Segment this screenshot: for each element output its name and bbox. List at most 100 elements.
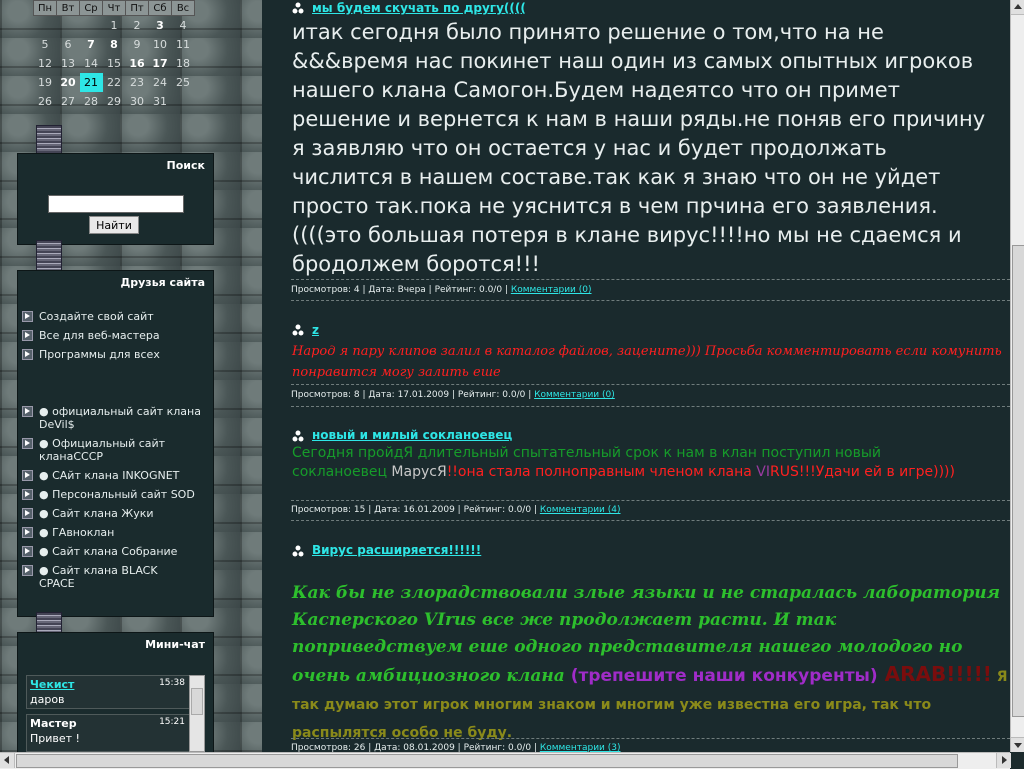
chat-message: Мастер 15:21 Привет ! <box>26 714 190 752</box>
post-body: Народ я пару клипов залил в каталог файл… <box>292 344 1002 380</box>
calendar-day[interactable]: 26 <box>34 92 57 111</box>
calendar-day[interactable]: 25 <box>172 73 195 92</box>
calendar-day <box>80 16 103 36</box>
calendar-table: Пн Вт Ср Чт Пт Сб Вс 1 2 3 4 5 6 7 8 9 10 11 12 13 14 15 16 17… <box>33 0 195 111</box>
post-meta: Просмотров: 8 | Дата: 17.01.2009 | Рейти… <box>291 390 615 400</box>
post-body: итак сегодня было принято решение о том,… <box>292 20 986 276</box>
arrow-bullet-icon <box>22 406 33 417</box>
arrow-bullet-icon <box>22 349 33 360</box>
scroll-up-button[interactable] <box>1011 0 1024 15</box>
calendar-day[interactable]: 9 <box>126 35 149 54</box>
post-title[interactable]: Вирус расширяется!!!!!! <box>312 543 481 557</box>
chat-time: 15:21 <box>159 717 185 727</box>
calendar-day[interactable]: 31 <box>149 92 172 111</box>
calendar-day[interactable]: 6 <box>57 35 80 54</box>
comments-link[interactable]: Комментарии (0) <box>511 285 592 295</box>
calendar-weekday-header: Чт <box>102 0 126 16</box>
divider <box>291 406 1010 407</box>
post-icon <box>292 545 304 557</box>
arrow-bullet-icon <box>22 565 33 576</box>
calendar-day[interactable]: 4 <box>172 16 195 36</box>
calendar-day[interactable]: 22 <box>103 73 126 92</box>
search-panel: Поиск Найти <box>17 153 214 245</box>
chat-message: Чекист 15:38 даров <box>26 675 190 709</box>
post-icon <box>292 324 304 336</box>
post-title[interactable]: z <box>312 323 319 337</box>
calendar-weekday-header: Вт <box>56 0 80 16</box>
minichat-title: Мини-чат <box>145 638 205 651</box>
calendar-day[interactable]: 14 <box>80 54 103 73</box>
calendar-day <box>34 16 57 36</box>
calendar-day[interactable]: 19 <box>34 73 57 92</box>
chat-time: 15:38 <box>159 678 185 688</box>
calendar-weekday-header: Пн <box>33 0 57 16</box>
calendar-day[interactable]: 30 <box>126 92 149 111</box>
post-body: Сегодня пройдЯ длительный спытательный с… <box>292 445 955 480</box>
calendar-day[interactable]: 8 <box>103 35 126 54</box>
calendar-weekday-header: Ср <box>79 0 103 16</box>
calendar-day[interactable]: 28 <box>80 92 103 111</box>
calendar-day <box>57 16 80 36</box>
calendar-day[interactable]: 13 <box>57 54 80 73</box>
divider <box>291 520 1010 521</box>
arrow-down-icon <box>1014 743 1022 748</box>
comments-link[interactable]: Комментарии (3) <box>540 743 621 752</box>
calendar-day[interactable]: 17 <box>149 54 172 73</box>
calendar-day[interactable]: 2 <box>126 16 149 36</box>
arrow-bullet-icon <box>22 438 33 449</box>
chat-scroll-thumb[interactable] <box>191 688 203 715</box>
calendar-day[interactable]: 27 <box>57 92 80 111</box>
scroll-right-button[interactable] <box>996 753 1011 768</box>
chat-text: даров <box>30 693 65 706</box>
calendar-day[interactable]: 11 <box>172 35 195 54</box>
scroll-down-button[interactable] <box>1011 737 1024 752</box>
chat-user[interactable]: Чекист <box>30 678 74 691</box>
arrow-bullet-icon <box>22 470 33 481</box>
divider <box>291 500 1010 501</box>
calendar-day[interactable]: 3 <box>149 16 172 36</box>
horizontal-scrollbar[interactable] <box>0 752 1011 769</box>
divider <box>291 300 1010 301</box>
post-title[interactable]: мы будем скучать по другу(((( <box>312 1 526 15</box>
scroll-thumb[interactable] <box>16 754 958 768</box>
chat-scrollbar[interactable] <box>189 675 205 752</box>
calendar-day[interactable]: 16 <box>126 54 149 73</box>
search-button[interactable]: Найти <box>89 216 139 234</box>
post-meta: Просмотров: 26 | Дата: 08.01.2009 | Рейт… <box>291 743 621 752</box>
calendar-weekday-header: Пт <box>125 0 149 16</box>
post-title[interactable]: новый и милый сокланоевец <box>312 428 512 442</box>
scroll-left-button[interactable] <box>0 753 15 768</box>
arrow-left-icon <box>4 756 9 764</box>
divider <box>291 384 1010 385</box>
comments-link[interactable]: Комментарии (0) <box>534 390 615 400</box>
calendar-day[interactable]: 24 <box>149 73 172 92</box>
calendar-day[interactable]: 23 <box>126 73 149 92</box>
arrow-bullet-icon <box>22 508 33 519</box>
calendar-day[interactable]: 5 <box>34 35 57 54</box>
scroll-thumb[interactable] <box>1012 245 1024 717</box>
post-meta: Просмотров: 4 | Дата: Вчера | Рейтинг: 0… <box>291 285 592 295</box>
post-icon <box>292 430 304 442</box>
calendar-day[interactable]: 18 <box>172 54 195 73</box>
calendar-day[interactable]: 21 <box>79 73 103 92</box>
search-input[interactable] <box>48 195 184 213</box>
chat-text: Привет ! <box>30 732 80 745</box>
calendar-day[interactable]: 10 <box>149 35 172 54</box>
calendar-weekday-header: Сб <box>148 0 172 16</box>
calendar-day[interactable]: 20 <box>57 73 80 92</box>
arrow-up-icon <box>1014 4 1022 9</box>
calendar-day[interactable]: 7 <box>80 35 103 54</box>
post-meta: Просмотров: 15 | Дата: 16.01.2009 | Рейт… <box>291 505 621 515</box>
post-icon <box>292 2 304 14</box>
chat-user[interactable]: Мастер <box>30 717 77 730</box>
calendar-weekday-header: Вс <box>171 0 195 16</box>
calendar-day[interactable]: 29 <box>103 92 126 111</box>
calendar-day[interactable]: 12 <box>34 54 57 73</box>
calendar-day[interactable]: 1 <box>103 16 126 36</box>
calendar-day[interactable]: 15 <box>103 54 126 73</box>
vertical-scrollbar[interactable] <box>1010 0 1024 752</box>
friends-title: Друзья сайта <box>120 276 205 289</box>
comments-link[interactable]: Комментарии (4) <box>540 505 621 515</box>
arrow-bullet-icon <box>22 527 33 538</box>
divider <box>291 738 1010 739</box>
